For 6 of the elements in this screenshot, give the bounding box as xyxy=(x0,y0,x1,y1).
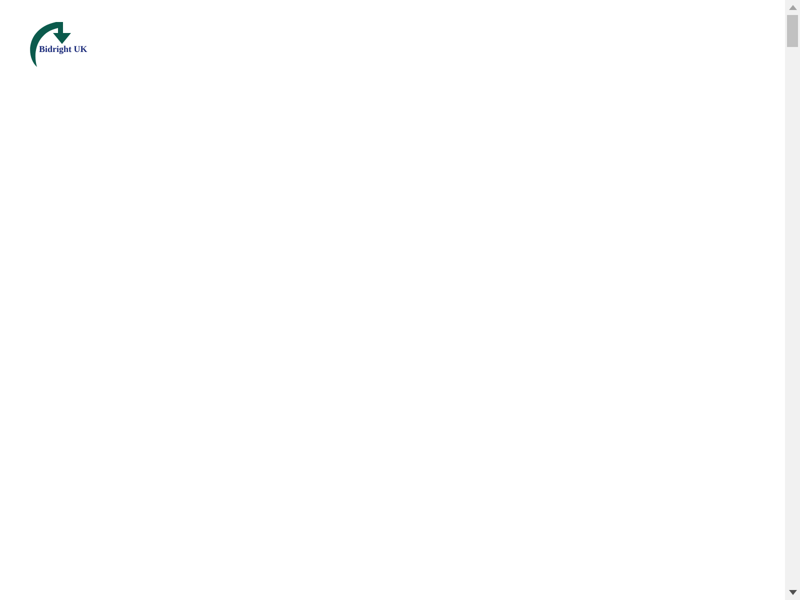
scrollbar[interactable] xyxy=(785,0,800,600)
scroll-up-icon[interactable] xyxy=(788,5,796,10)
curved-arrow-icon xyxy=(29,20,73,68)
scroll-down-icon[interactable] xyxy=(788,590,796,595)
scrollbar-thumb[interactable] xyxy=(787,15,798,47)
brand-name: Bidright UK xyxy=(39,45,88,54)
